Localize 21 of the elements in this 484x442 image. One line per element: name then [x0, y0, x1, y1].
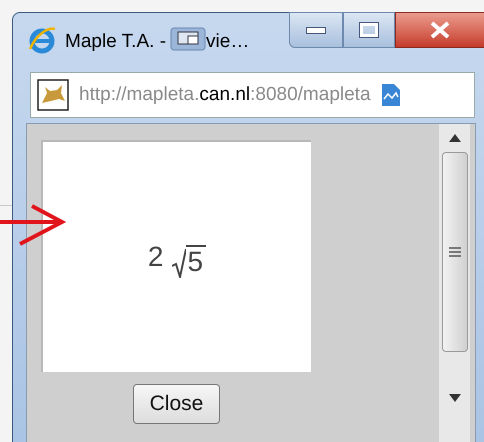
address-field[interactable]: http://mapleta.can.nl:8080/mapleta: [30, 72, 475, 118]
minimize-button[interactable]: [289, 12, 343, 48]
url-text: http://mapleta.can.nl:8080/mapleta: [79, 82, 371, 107]
window-title: Maple T.A. -: [65, 30, 166, 54]
scroll-up-icon[interactable]: [448, 134, 460, 142]
browser-logo-icon: [27, 25, 57, 55]
maximize-icon: [360, 23, 378, 37]
minimize-icon: [306, 26, 326, 34]
scroll-thumb[interactable]: [442, 152, 468, 352]
close-window-button[interactable]: [395, 12, 484, 48]
grip-icon: [448, 246, 460, 258]
close-button[interactable]: Close: [133, 384, 220, 424]
window-title: vie…: [206, 30, 250, 54]
scroll-down-icon[interactable]: [448, 394, 460, 402]
scrollbar[interactable]: [439, 124, 470, 442]
math-expression: 2 5: [148, 236, 206, 278]
thumbnail-icon: [170, 27, 206, 51]
root-sign-icon: [172, 248, 186, 278]
maximize-button[interactable]: [343, 12, 395, 48]
page-icon: [380, 83, 401, 107]
close-icon: [429, 21, 451, 39]
